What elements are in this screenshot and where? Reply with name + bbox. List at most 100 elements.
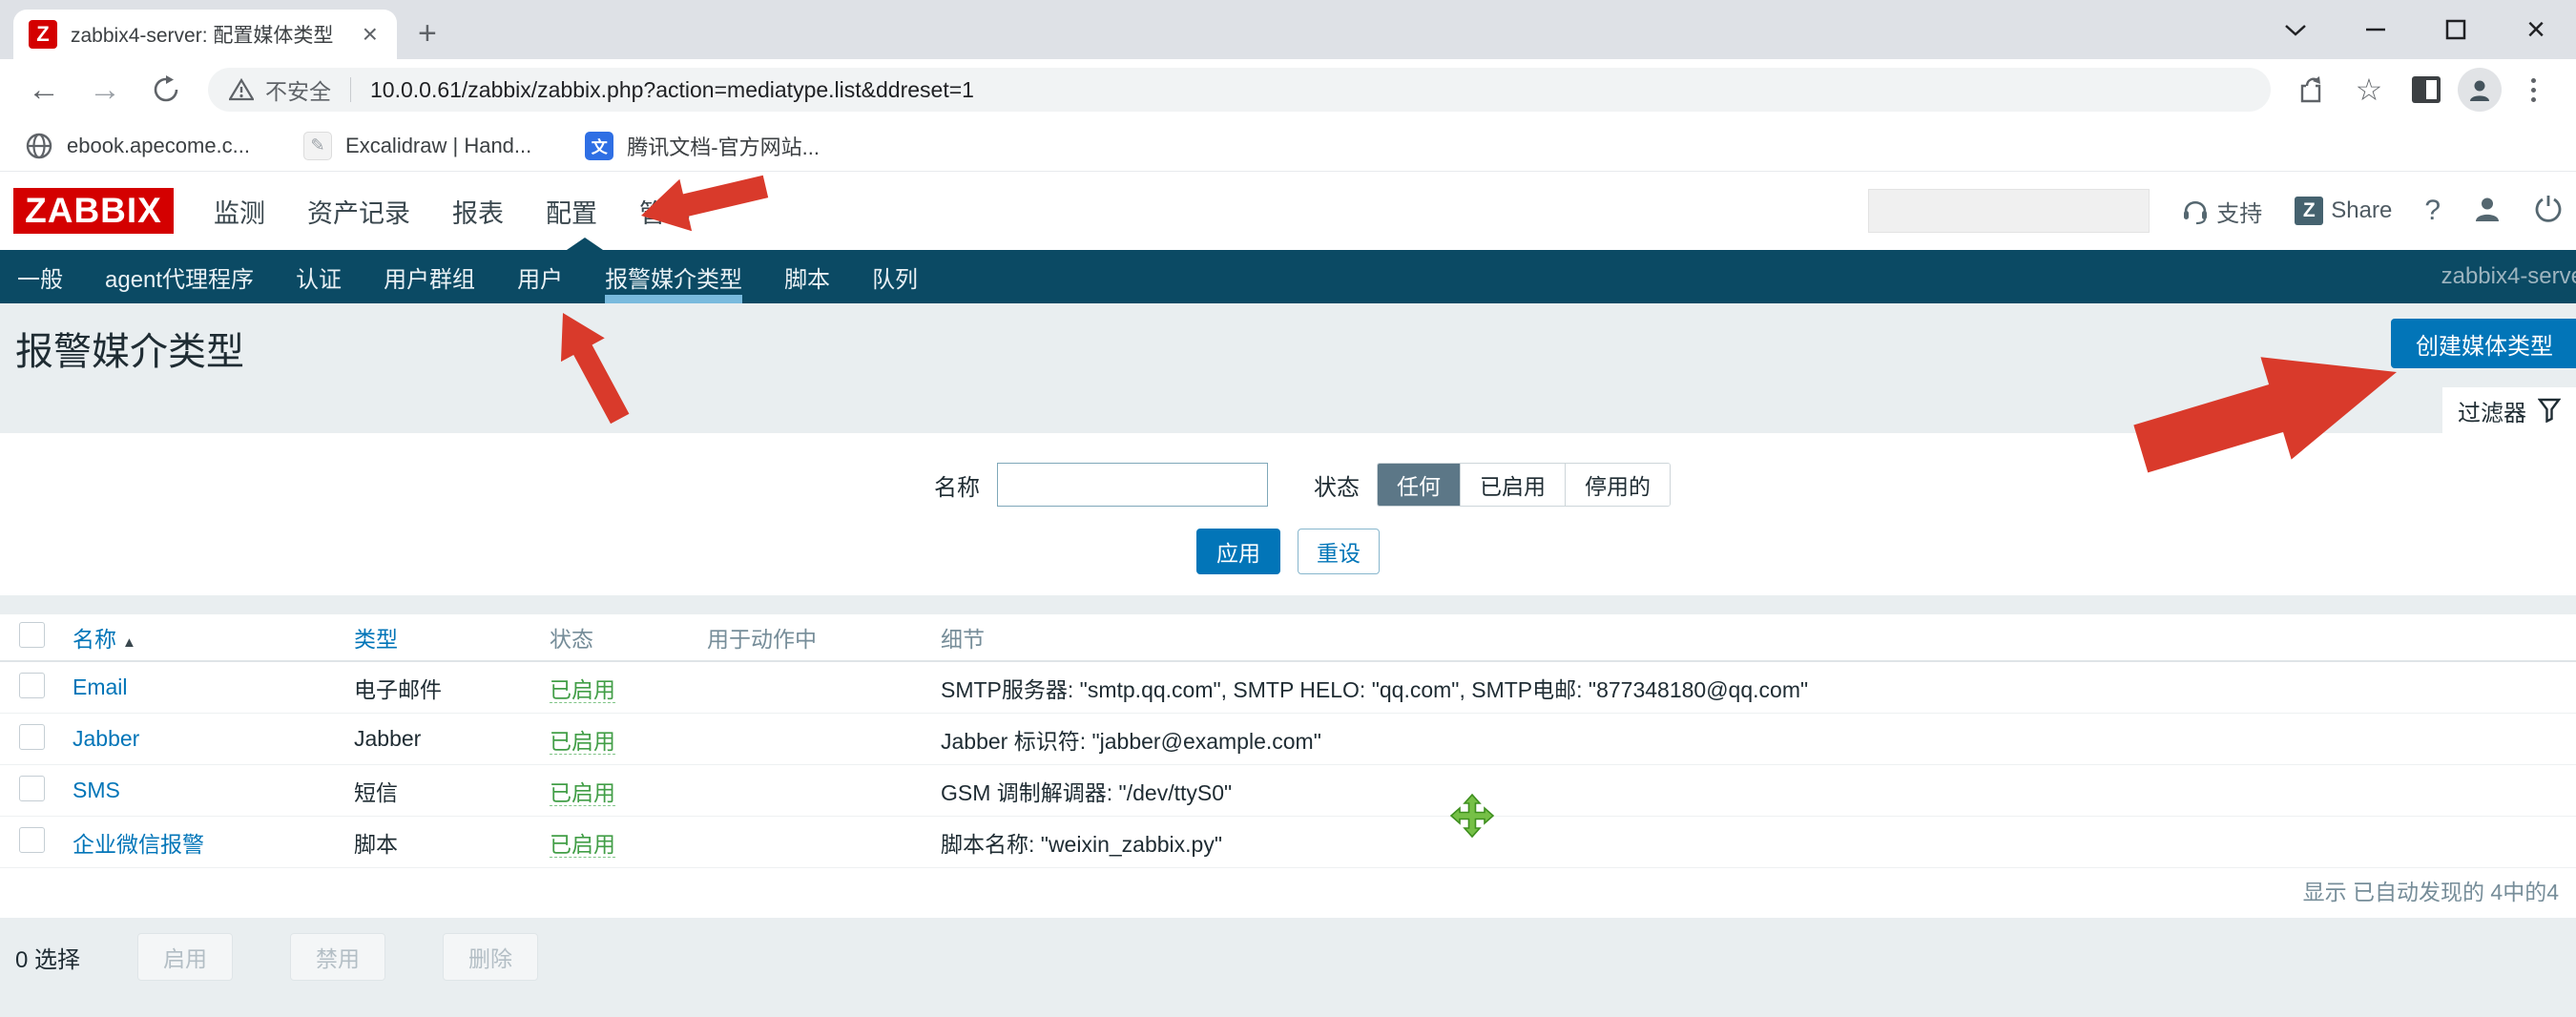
bookmark-label: Excalidraw | Hand... xyxy=(345,134,531,158)
url-text[interactable]: 10.0.0.61/zabbix/zabbix.php?action=media… xyxy=(370,77,974,103)
forward-button[interactable]: → xyxy=(78,63,132,116)
row-checkbox[interactable] xyxy=(19,827,45,853)
help-icon[interactable]: ? xyxy=(2424,195,2441,227)
table-row: SMS 短信 已启用 GSM 调制解调器: "/dev/ttyS0" xyxy=(0,765,2576,817)
submenu-item-general[interactable]: 一般 xyxy=(17,250,63,303)
apply-button[interactable]: 应用 xyxy=(1196,529,1280,574)
selected-count: 0 选择 xyxy=(15,941,80,974)
filter-toggle-tab[interactable]: 过滤器 xyxy=(2442,387,2576,433)
window-controls: × xyxy=(2255,0,2576,59)
submenu-item-authentication[interactable]: 认证 xyxy=(296,250,342,303)
bulk-disable-button[interactable]: 禁用 xyxy=(290,933,385,981)
create-media-type-button[interactable]: 创建媒体类型 xyxy=(2391,319,2576,368)
media-type-name-link[interactable]: Jabber xyxy=(73,726,139,751)
media-type-name-link[interactable]: 企业微信报警 xyxy=(73,832,204,857)
menu-item-reports[interactable]: 报表 xyxy=(452,193,504,230)
share-link[interactable]: Z Share xyxy=(2295,197,2392,225)
submenu-item-scripts[interactable]: 脚本 xyxy=(784,250,830,303)
column-header-status: 状态 xyxy=(550,627,593,652)
media-type-name-link[interactable]: SMS xyxy=(73,778,120,802)
status-badge[interactable]: 已启用 xyxy=(550,677,615,703)
status-option-enabled[interactable]: 已启用 xyxy=(1460,464,1565,506)
status-badge[interactable]: 已启用 xyxy=(550,780,615,806)
new-tab-button[interactable]: + xyxy=(418,17,437,50)
browser-window: Z zabbix4-server: 配置媒体类型 × + × ← → 不安全 xyxy=(0,0,2576,1017)
details-cell: GSM 调制解调器: "/dev/ttyS0" xyxy=(941,780,1232,805)
logout-icon[interactable] xyxy=(2534,195,2563,228)
submenu-item-proxies[interactable]: agent代理程序 xyxy=(105,250,254,303)
bookmark-label: 腾讯文档-官方网站... xyxy=(627,131,820,161)
headset-icon xyxy=(2182,197,2209,225)
minimize-button[interactable] xyxy=(2336,0,2416,59)
bulk-delete-button[interactable]: 删除 xyxy=(443,933,538,981)
menu-item-monitoring[interactable]: 监测 xyxy=(214,193,265,230)
submenu-item-user-groups[interactable]: 用户群组 xyxy=(384,250,475,303)
zabbix-favicon-icon: Z xyxy=(29,20,57,49)
status-option-any[interactable]: 任何 xyxy=(1378,464,1460,506)
support-link[interactable]: 支持 xyxy=(2182,195,2262,228)
filter-funnel-icon xyxy=(2538,398,2561,423)
tab-search-chevron-icon[interactable] xyxy=(2255,0,2336,59)
status-option-disabled[interactable]: 停用的 xyxy=(1565,464,1670,506)
submenu-item-queue[interactable]: 队列 xyxy=(872,250,918,303)
search-input[interactable] xyxy=(1880,192,2155,230)
globe-icon xyxy=(25,132,53,160)
row-checkbox[interactable] xyxy=(19,724,45,750)
browser-menu-icon[interactable] xyxy=(2507,64,2559,115)
menu-item-administration[interactable]: 管理 xyxy=(639,193,691,230)
row-checkbox[interactable] xyxy=(19,776,45,801)
column-header-name[interactable]: 名称 xyxy=(73,627,116,652)
bookmark-star-icon[interactable]: ☆ xyxy=(2343,64,2395,115)
menu-item-configuration[interactable]: 配置 xyxy=(546,193,597,230)
filter-label: 过滤器 xyxy=(2458,394,2526,427)
tab-title: zabbix4-server: 配置媒体类型 xyxy=(71,20,345,49)
zabbix-logo[interactable]: ZABBIX xyxy=(13,188,174,234)
status-badge[interactable]: 已启用 xyxy=(550,729,615,755)
menu-item-inventory[interactable]: 资产记录 xyxy=(307,193,410,230)
admin-submenu: 一般 agent代理程序 认证 用户群组 用户 报警媒介类型 脚本 队列 zab… xyxy=(0,250,2576,303)
profile-avatar[interactable] xyxy=(2458,68,2502,112)
filter-tab-row: 过滤器 xyxy=(0,387,2576,433)
not-secure-warning-icon xyxy=(229,78,254,101)
reload-button[interactable] xyxy=(139,63,193,116)
zabbix-share-icon: Z xyxy=(2295,197,2323,225)
page-title: 报警媒介类型 xyxy=(15,321,244,376)
browser-tab[interactable]: Z zabbix4-server: 配置媒体类型 × xyxy=(13,10,397,59)
url-divider xyxy=(350,77,351,102)
bulk-enable-button[interactable]: 启用 xyxy=(137,933,233,981)
user-profile-icon[interactable] xyxy=(2473,195,2502,228)
table-header-row: 名称▲ 类型 状态 用于动作中 细节 xyxy=(0,614,2576,662)
excalidraw-favicon-icon: ✎ xyxy=(303,132,332,160)
details-cell: SMTP服务器: "smtp.qq.com", SMTP HELO: "qq.c… xyxy=(941,677,1808,702)
status-segmented-control: 任何 已启用 停用的 xyxy=(1377,463,1671,507)
filter-name-input[interactable] xyxy=(997,463,1268,507)
bookmark-item[interactable]: ✎ Excalidraw | Hand... xyxy=(303,132,531,160)
header-search-box[interactable] xyxy=(1868,189,2150,233)
tab-close-icon[interactable]: × xyxy=(359,21,382,48)
share-icon[interactable] xyxy=(2286,64,2337,115)
media-type-name-link[interactable]: Email xyxy=(73,675,128,699)
submenu-item-media-types[interactable]: 报警媒介类型 xyxy=(605,250,742,303)
reset-button[interactable]: 重设 xyxy=(1298,529,1380,574)
media-type-type: 短信 xyxy=(354,780,398,805)
address-bar[interactable]: 不安全 10.0.0.61/zabbix/zabbix.php?action=m… xyxy=(208,68,2271,112)
bookmark-item[interactable]: 文 腾讯文档-官方网站... xyxy=(585,131,820,161)
column-header-type[interactable]: 类型 xyxy=(354,627,398,652)
header-tools: 支持 Z Share ? xyxy=(1868,189,2563,233)
row-checkbox[interactable] xyxy=(19,673,45,698)
submenu-notch xyxy=(567,238,603,250)
side-panel-icon[interactable] xyxy=(2400,64,2452,115)
window-close-button[interactable]: × xyxy=(2496,0,2576,59)
media-type-type: 脚本 xyxy=(354,832,398,857)
bookmark-item[interactable]: ebook.apecome.c... xyxy=(25,132,250,160)
maximize-button[interactable] xyxy=(2416,0,2496,59)
security-status-label[interactable]: 不安全 xyxy=(265,73,331,106)
filter-status-label: 状态 xyxy=(1314,468,1360,502)
select-all-checkbox[interactable] xyxy=(19,622,45,648)
browser-tab-bar: Z zabbix4-server: 配置媒体类型 × + × xyxy=(0,0,2576,59)
submenu-item-users[interactable]: 用户 xyxy=(517,250,563,303)
back-button[interactable]: ← xyxy=(17,63,71,116)
table-row: Email 电子邮件 已启用 SMTP服务器: "smtp.qq.com", S… xyxy=(0,662,2576,714)
status-badge[interactable]: 已启用 xyxy=(550,832,615,858)
column-header-used-in-actions: 用于动作中 xyxy=(707,627,817,652)
